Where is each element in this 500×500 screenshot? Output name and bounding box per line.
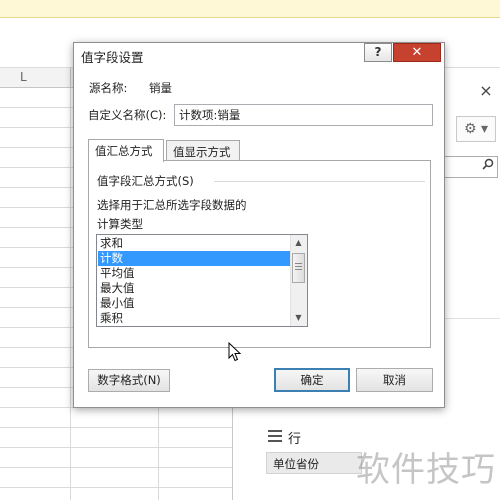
cancel-button[interactable]: 取消 (356, 368, 433, 392)
description-line-1: 选择用于汇总所选字段数据的 (97, 198, 247, 212)
dialog-title: 值字段设置 (81, 50, 144, 65)
source-name-label: 源名称: (89, 81, 128, 95)
scroll-down-arrow-icon[interactable]: ▼ (290, 311, 307, 325)
group-divider (214, 181, 425, 182)
ok-button[interactable]: 确定 (274, 368, 350, 392)
number-format-button[interactable]: 数字格式(N) (88, 369, 170, 392)
column-divider (70, 68, 71, 88)
list-item-sum[interactable]: 求和 (98, 236, 292, 251)
gear-icon[interactable]: ⚙ ▾ (456, 116, 496, 142)
column-header-l[interactable]: L (20, 70, 34, 86)
scroll-up-arrow-icon[interactable]: ▲ (290, 236, 307, 250)
tab-summarize-values-by[interactable]: 值汇总方式 (88, 139, 164, 162)
source-name-value: 销量 (149, 81, 172, 95)
list-item-count[interactable]: 计数 (98, 251, 292, 266)
list-item-min[interactable]: 最小值 (98, 296, 292, 311)
list-item-average[interactable]: 平均值 (98, 266, 292, 281)
list-item-max[interactable]: 最大值 (98, 281, 292, 296)
scrollbar-grip (295, 263, 302, 272)
close-button[interactable]: ✕ (393, 43, 441, 62)
list-item-product[interactable]: 乘积 (98, 311, 292, 326)
help-button[interactable]: ? (364, 43, 392, 62)
summarize-by-label: 值字段汇总方式(S) (97, 174, 194, 188)
tab-show-values-as[interactable]: 值显示方式 (166, 140, 240, 160)
search-icon[interactable] (482, 158, 496, 176)
mouse-pointer-icon (228, 341, 244, 364)
pane-close-icon[interactable]: × (478, 82, 494, 100)
rows-icon (268, 430, 282, 442)
app-top-bar (0, 0, 500, 18)
rows-area-label: 行 (288, 432, 302, 447)
description-line-2: 计算类型 (97, 217, 143, 231)
custom-name-input[interactable] (174, 104, 433, 126)
watermark-text: 软件技巧 (356, 450, 496, 490)
custom-name-label: 自定义名称(C): (88, 108, 167, 122)
calculation-type-listbox[interactable]: 求和 计数 平均值 最大值 最小值 乘积 (96, 234, 308, 327)
row-field-item[interactable]: 单位省份 (266, 452, 362, 474)
